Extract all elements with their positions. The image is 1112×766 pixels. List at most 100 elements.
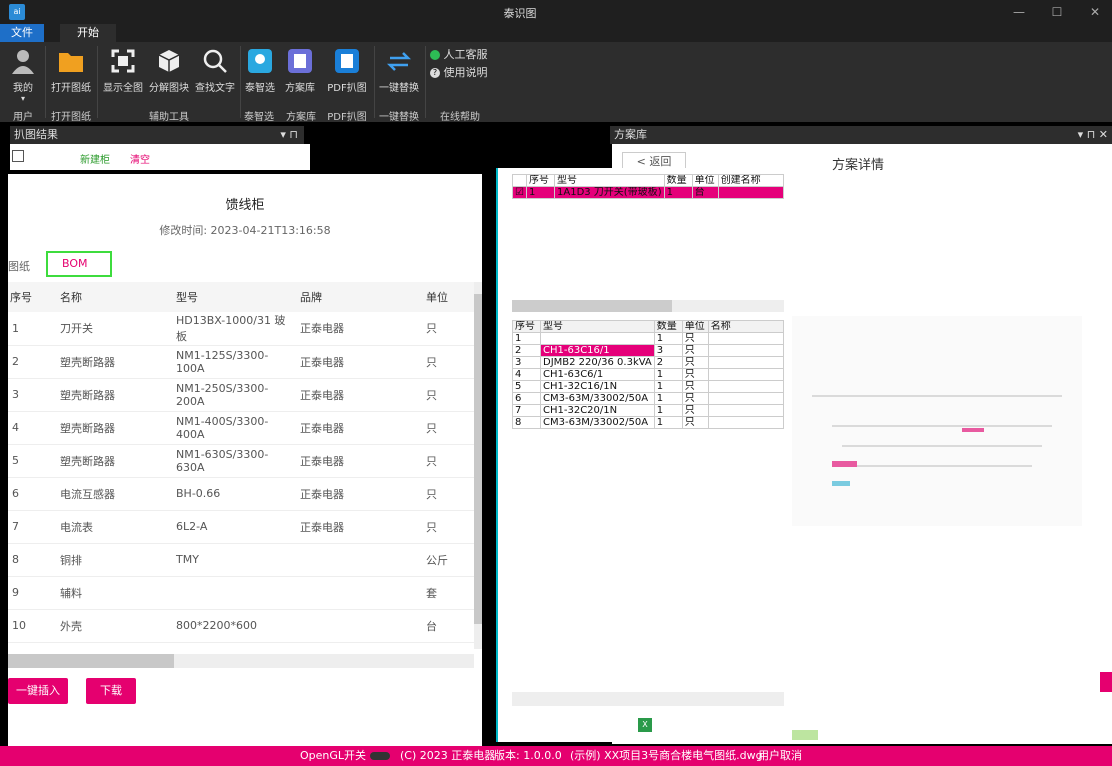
bom-row[interactable]: 10 外壳 800*2200*600 台	[8, 609, 474, 643]
bom-cell-model: 800*2200*600	[176, 609, 300, 643]
left-panel-title: 扒图结果	[14, 128, 58, 141]
right-panel-controls[interactable]: ▾ ⊓ ✕	[1078, 126, 1112, 144]
drawing-canvas[interactable]: 序号 型号 数量 单位 创建名称 ☑ 1 1A1D3 刀开关(带玻板) 1 台 …	[496, 168, 786, 742]
user-button[interactable]: 我的 ▾	[4, 48, 42, 103]
new-cabinet-button[interactable]: 新建柜	[80, 151, 110, 166]
bom-cell-index: 10	[8, 609, 50, 643]
find-text-label: 查找文字	[195, 83, 235, 94]
bom-cell-name: 铜排	[50, 543, 176, 577]
component-row[interactable]: 2 CH1-63C16/1 3 只	[512, 344, 785, 357]
scheme-lib-button[interactable]: 方案库	[282, 48, 318, 94]
bom-horizontal-scrollbar[interactable]	[8, 654, 474, 668]
tab-start[interactable]: 开始	[60, 24, 116, 42]
bom-cell-model	[176, 576, 300, 610]
component-row[interactable]: 5 CH1-32C16/1N 1 只	[512, 380, 785, 393]
close-button[interactable]: ✕	[1080, 2, 1110, 22]
left-panel-pin[interactable]: ▾ ⊓	[280, 126, 304, 144]
minimize-button[interactable]: —	[1004, 2, 1034, 22]
explode-block-button[interactable]: 分解图块	[146, 48, 192, 94]
bom-row[interactable]: 2 塑壳断路器 NM1-125S/3300-100A 正泰电器只	[8, 345, 474, 379]
comp-cell-name	[707, 356, 785, 369]
col-unit: 单位	[426, 282, 474, 312]
right-edge-button[interactable]	[1100, 672, 1112, 692]
right-panel-title: 方案库	[614, 128, 647, 141]
find-text-button[interactable]: 查找文字	[192, 48, 238, 94]
bom-row[interactable]: 9 辅料 套	[8, 576, 474, 610]
tab-bom[interactable]: BOM	[46, 251, 112, 277]
help-button[interactable]: ? 使用说明	[430, 64, 500, 79]
left-panel-toolbar: 新建柜 清空	[10, 144, 310, 170]
comp-cell-unit: 只	[681, 392, 709, 405]
bom-header-row: 序号 名称 型号 品牌 单位	[8, 282, 474, 312]
top-col-created: 创建名称	[717, 174, 785, 187]
taizhixuan-button[interactable]: 泰智选	[242, 48, 278, 94]
top-table-scrollbar[interactable]	[512, 300, 784, 312]
bom-cell-name: 外壳	[50, 609, 176, 643]
bom-cell-unit: 套	[426, 576, 474, 610]
pdf-extract-button[interactable]: PDF扒图	[324, 48, 370, 94]
component-row[interactable]: 6 CM3-63M/33002/50A 1 只	[512, 392, 785, 405]
comp-cell-index: 6	[512, 392, 541, 405]
fit-view-icon	[111, 49, 135, 73]
taizhixuan-label: 泰智选	[245, 83, 275, 94]
bom-row[interactable]: 6 电流互感器 BH-0.66 正泰电器只	[8, 477, 474, 511]
comp-cell-unit: 只	[681, 380, 709, 393]
top-col-model: 型号	[554, 174, 665, 187]
select-all-checkbox[interactable]	[12, 150, 24, 162]
scheme-drawing-preview	[792, 316, 1082, 526]
component-row[interactable]: 8 CM3-63M/33002/50A 1 只	[512, 416, 785, 429]
show-all-label: 显示全图	[103, 83, 143, 94]
current-file-text: (示例) XX项目3号商合楼电气图纸.dwg	[570, 749, 763, 762]
bom-vertical-scrollbar[interactable]	[474, 282, 482, 649]
bom-cell-index: 9	[8, 576, 50, 610]
show-all-button[interactable]: 显示全图	[100, 48, 146, 94]
component-row[interactable]: 4 CH1-63C6/1 1 只	[512, 368, 785, 381]
opengl-toggle[interactable]	[370, 752, 390, 760]
top-table-row[interactable]: ☑ 1 1A1D3 刀开关(带玻板) 1 台	[512, 186, 785, 199]
bom-row[interactable]: 8 铜排 TMY 公斤	[8, 543, 474, 577]
tab-file[interactable]: 文件	[0, 24, 44, 42]
top-table-header: 序号 型号 数量 单位 创建名称	[512, 174, 785, 187]
component-table-scrollbar[interactable]	[512, 692, 784, 706]
bom-row[interactable]: 5 塑壳断路器 NM1-630S/3300-630A 正泰电器只	[8, 444, 474, 478]
chat-icon	[430, 50, 440, 60]
group-taizhixuan-label: 泰智选	[244, 112, 274, 123]
top-row-index: 1	[526, 186, 555, 199]
top-row-created	[717, 186, 785, 199]
comp-cell-index: 3	[512, 356, 541, 369]
clear-button[interactable]: 清空	[130, 151, 150, 166]
bom-cell-unit: 只	[426, 345, 474, 379]
bom-cell-brand: 正泰电器	[300, 510, 426, 544]
comp-cell-model: CH1-32C16/1N	[540, 380, 655, 393]
bom-row[interactable]: 4 塑壳断路器 NM1-400S/3300-400A 正泰电器只	[8, 411, 474, 445]
explode-block-label: 分解图块	[149, 83, 189, 94]
download-button[interactable]: 下载	[86, 678, 136, 704]
one-key-insert-button[interactable]: 一键插入	[8, 678, 68, 704]
customer-service-button[interactable]: 人工客服	[430, 46, 500, 61]
component-row[interactable]: 3 DJMB2 220/36 0.3kVA 2 只	[512, 356, 785, 369]
bom-cell-unit: 只	[426, 411, 474, 445]
component-row[interactable]: 7 CH1-32C20/1N 1 只	[512, 404, 785, 417]
maximize-button[interactable]: ☐	[1042, 2, 1072, 22]
cabinet-name: 馈线柜	[225, 198, 265, 213]
open-drawing-button[interactable]: 打开图纸	[48, 48, 94, 94]
col-name: 名称	[50, 282, 176, 312]
library-icon	[288, 49, 312, 73]
excel-export-icon[interactable]: X	[638, 718, 652, 732]
cube-icon	[158, 50, 180, 72]
component-row[interactable]: 11只	[512, 332, 785, 345]
one-key-replace-button[interactable]: 一键替换	[376, 48, 422, 94]
top-col-index: 序号	[526, 174, 555, 187]
group-scheme-lib-label: 方案库	[286, 112, 316, 123]
comp-cell-model: CH1-32C20/1N	[540, 404, 655, 417]
bom-row[interactable]: 1 刀开关 HD13BX-1000/31 玻板 正泰电器只	[8, 312, 474, 346]
bom-row[interactable]: 3 塑壳断路器 NM1-250S/3300-200A 正泰电器只	[8, 378, 474, 412]
comp-cell-unit: 只	[681, 404, 709, 417]
bom-cell-brand: 正泰电器	[300, 477, 426, 511]
top-row-unit: 台	[691, 186, 719, 199]
bom-row[interactable]: 7 电流表 6L2-A 正泰电器只	[8, 510, 474, 544]
tab-drawings[interactable]: 图纸	[8, 258, 30, 274]
bom-table: 序号 名称 型号 品牌 单位 1 刀开关 HD13BX-1000/31 玻板 正泰电器…	[8, 282, 474, 643]
bom-cell-model: NM1-630S/3300-630A	[176, 444, 300, 478]
bom-cell-model: BH-0.66	[176, 477, 300, 511]
